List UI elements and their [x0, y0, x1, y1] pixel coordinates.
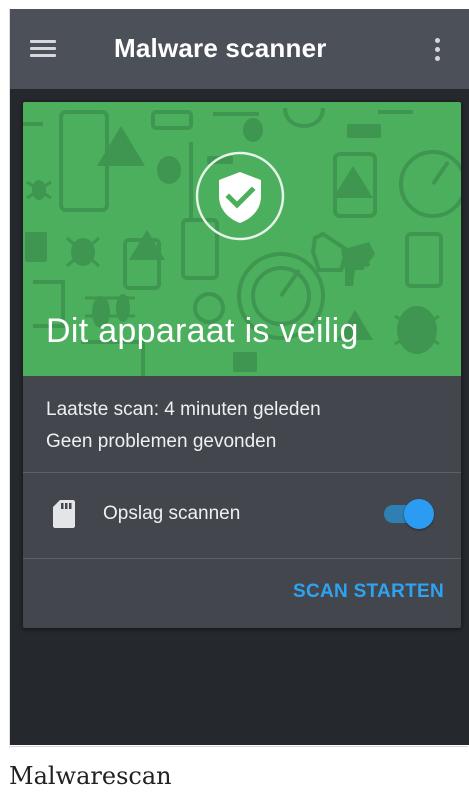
storage-scan-toggle[interactable] — [384, 499, 434, 529]
scan-start-button[interactable]: SCAN STARTEN — [293, 581, 444, 603]
storage-scan-label: Opslag scannen — [103, 503, 241, 524]
status-hero: Dit apparaat is veilig — [23, 102, 461, 376]
sd-card-icon — [53, 500, 75, 528]
scan-result-text: Geen problemen gevonden — [46, 431, 277, 452]
hamburger-menu-icon[interactable] — [30, 40, 58, 60]
screenshot-caption: Malwarescan — [9, 762, 172, 790]
more-vertical-icon[interactable] — [428, 35, 448, 65]
last-scan-text: Laatste scan: 4 minuten geleden — [46, 399, 321, 420]
scan-info: Laatste scan: 4 minuten geleden Geen pro… — [46, 394, 321, 458]
shield-check-icon — [195, 151, 285, 241]
status-card: Dit apparaat is veilig Laatste scan: 4 m… — [23, 102, 461, 628]
storage-scan-row[interactable]: Opslag scannen — [23, 472, 461, 558]
app-bar: Malware scanner — [10, 9, 469, 89]
toggle-knob — [404, 499, 434, 529]
phone-screen: Malware scanner Dit apparaat is veilig L… — [9, 9, 469, 745]
caption-divider — [9, 746, 468, 747]
status-headline: Dit apparaat is veilig — [46, 312, 359, 350]
divider — [23, 558, 461, 559]
app-title: Malware scanner — [114, 33, 327, 63]
